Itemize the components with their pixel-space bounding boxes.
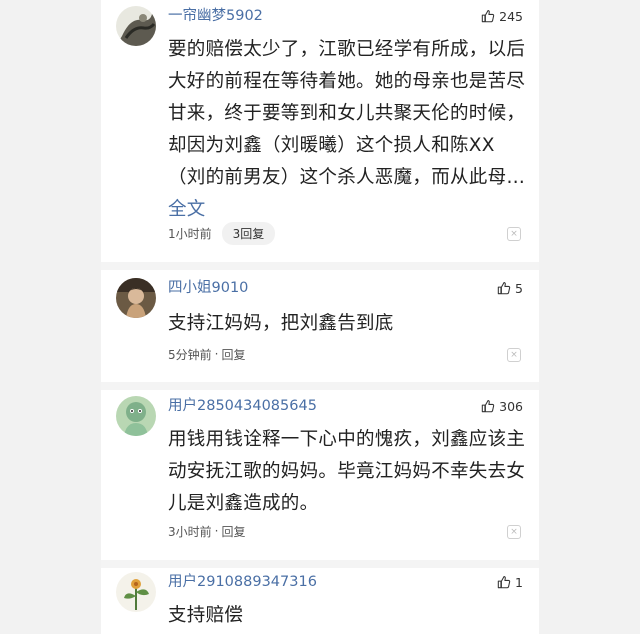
like-button[interactable]: 306	[481, 396, 523, 416]
timestamp: 1小时前	[168, 226, 212, 241]
close-icon[interactable]: ×	[507, 525, 521, 539]
comment-item: 用户2910889347316 1 支持赔偿	[101, 568, 539, 634]
close-icon[interactable]: ×	[507, 227, 521, 241]
comment-meta: 3小时前 · 回复	[168, 520, 245, 542]
comment-item: 四小姐9010 5 支持江妈妈，把刘鑫告到底 5分钟前 · 回复 ×	[101, 270, 539, 382]
comment-item: 一帘幽梦5902 245 要的赔偿太少了，江歌已经学有所成，以后大好的前程在等待…	[101, 0, 539, 262]
like-count: 306	[499, 398, 523, 414]
username[interactable]: 用户2910889347316	[168, 572, 317, 592]
avatar[interactable]	[116, 278, 156, 318]
comment-meta: 1小时前 3回复	[168, 221, 276, 245]
thumbs-up-icon	[497, 282, 511, 295]
comment-item: 用户2850434085645 306 用钱用钱诠释一下心中的愧疚，刘鑫应该主动…	[101, 390, 539, 560]
comment-text: 用钱用钱诠释一下心中的愧疚，刘鑫应该主动安抚江歌的妈妈。毕竟江妈妈不幸失去女儿是…	[168, 429, 526, 514]
comment-text: 要的赔偿太少了，江歌已经学有所成，以后大好的前程在等待着她。她的母亲也是苦尽甘来…	[168, 39, 526, 220]
thumbs-up-icon	[481, 400, 495, 413]
divider	[101, 382, 539, 390]
like-button[interactable]: 1	[497, 572, 523, 592]
meta-separator: ·	[214, 347, 219, 361]
avatar[interactable]	[116, 396, 156, 436]
like-button[interactable]: 245	[481, 6, 523, 26]
thumbs-up-icon	[481, 10, 495, 23]
timestamp: 5分钟前	[168, 347, 212, 362]
like-count: 1	[515, 574, 523, 590]
thumbs-up-icon	[497, 576, 511, 589]
replies-button[interactable]: 3回复	[221, 221, 276, 245]
username[interactable]: 四小姐9010	[168, 278, 248, 298]
close-icon[interactable]: ×	[507, 348, 521, 362]
comment-text: 支持江妈妈，把刘鑫告到底	[168, 313, 394, 334]
like-count: 5	[515, 280, 523, 296]
timestamp: 3小时前	[168, 524, 212, 539]
divider	[101, 560, 539, 568]
meta-separator: ·	[214, 524, 219, 538]
avatar[interactable]	[116, 6, 156, 46]
username[interactable]: 一帘幽梦5902	[168, 6, 263, 26]
username[interactable]: 用户2850434085645	[168, 396, 317, 416]
reply-button[interactable]: 回复	[221, 346, 245, 363]
comment-meta: 5分钟前 · 回复	[168, 343, 245, 365]
reply-button[interactable]: 回复	[221, 523, 245, 540]
comment-list: 一帘幽梦5902 245 要的赔偿太少了，江歌已经学有所成，以后大好的前程在等待…	[101, 0, 539, 634]
divider	[101, 262, 539, 270]
avatar[interactable]	[116, 572, 156, 612]
like-count: 245	[499, 8, 523, 24]
comment-text: 支持赔偿	[168, 605, 244, 626]
expand-full-text-link[interactable]: 全文	[168, 199, 206, 220]
like-button[interactable]: 5	[497, 278, 523, 298]
